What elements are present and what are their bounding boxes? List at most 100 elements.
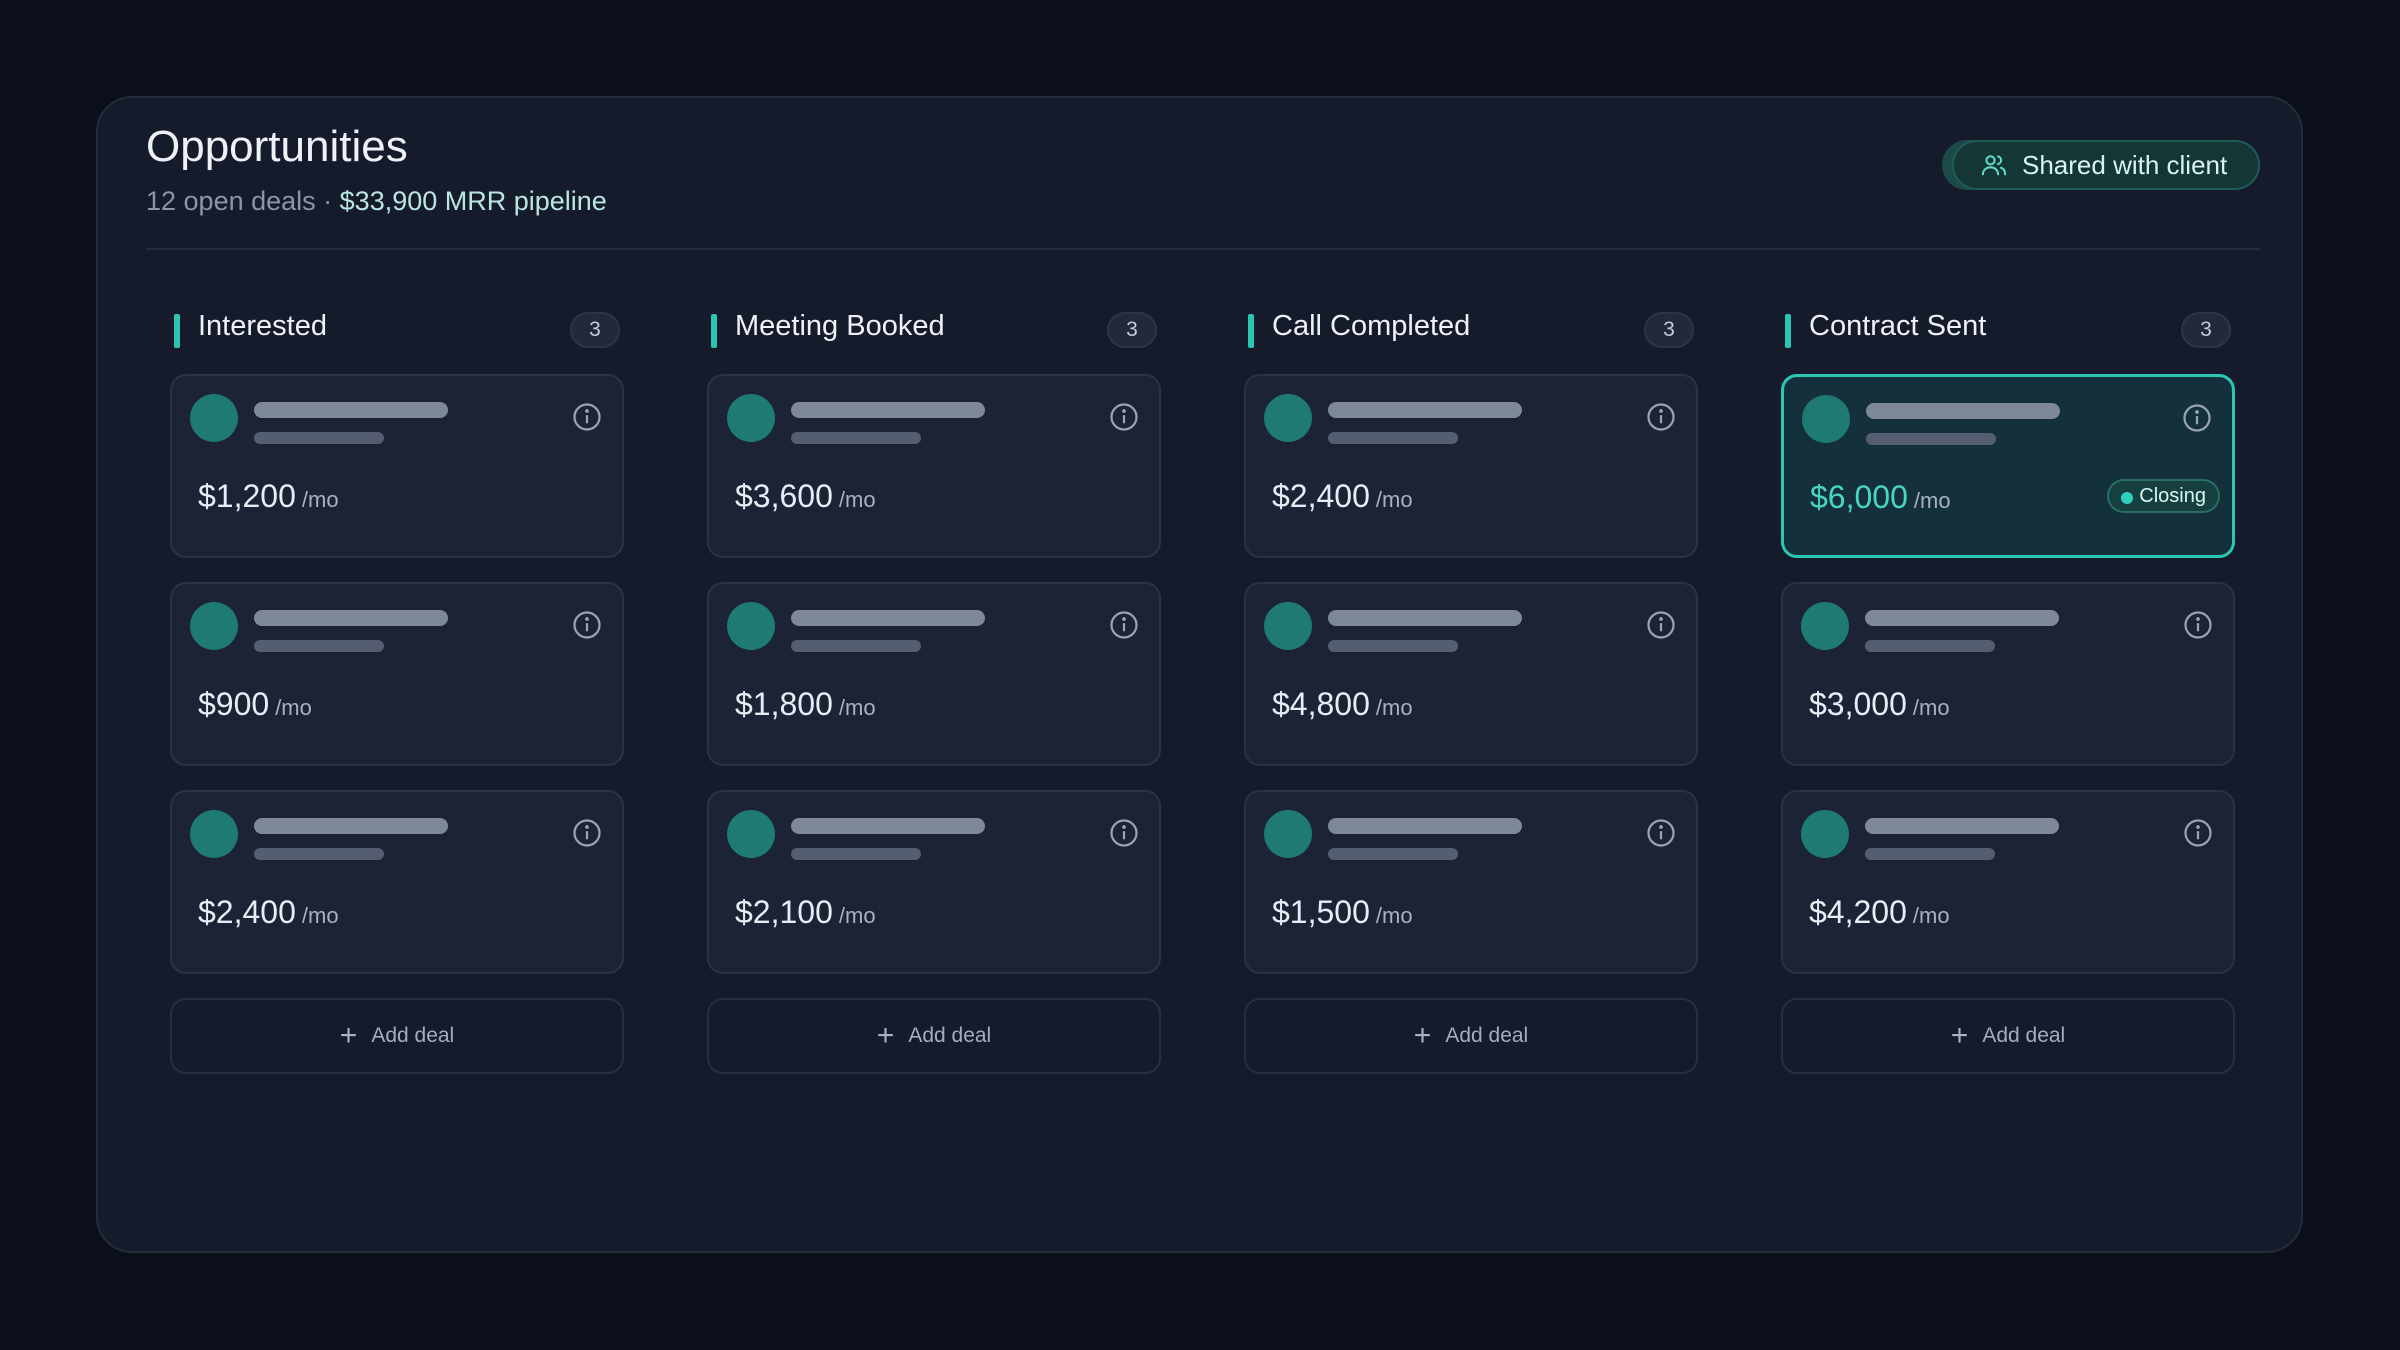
pipeline-column: Interested 3 $1,200/mo $900/mo $2,400/mo + Add… — [170, 298, 624, 1074]
deal-amount: $2,400/mo — [1272, 478, 1413, 515]
deal-amount: $900/mo — [198, 686, 312, 723]
column-title: Call Completed — [1272, 310, 1471, 342]
deal-amount-value: $6,000 — [1810, 479, 1908, 515]
deal-amount-unit: /mo — [1913, 488, 1951, 513]
deal-card[interactable]: $4,200/mo — [1781, 790, 2235, 974]
add-deal-button[interactable]: + Add deal — [170, 998, 624, 1074]
avatar — [190, 602, 238, 650]
deal-name-placeholder — [791, 402, 985, 418]
info-icon[interactable] — [1109, 610, 1139, 640]
deal-name-placeholder — [1328, 402, 1522, 418]
deal-amount-value: $3,600 — [735, 478, 833, 514]
deal-company-placeholder — [1865, 848, 1995, 860]
deal-amount-value: $1,200 — [198, 478, 296, 514]
deal-amount: $1,200/mo — [198, 478, 339, 515]
info-icon[interactable] — [1109, 818, 1139, 848]
deal-amount-value: $1,800 — [735, 686, 833, 722]
info-icon[interactable] — [1646, 402, 1676, 432]
add-deal-label: Add deal — [1445, 1024, 1529, 1047]
pipeline-summary: 12 open deals · $33,900 MRR pipeline — [146, 186, 607, 217]
shared-with-client-button[interactable]: Shared with client — [1952, 140, 2260, 190]
column-title: Contract Sent — [1809, 310, 1987, 342]
avatar — [190, 394, 238, 442]
deal-amount-unit: /mo — [1375, 487, 1413, 512]
open-deals-count: 12 open deals — [146, 186, 316, 216]
summary-separator: · — [315, 186, 340, 216]
avatar — [1801, 810, 1849, 858]
column-count-badge: 3 — [2181, 312, 2231, 348]
deal-amount-unit: /mo — [838, 487, 876, 512]
add-deal-button[interactable]: + Add deal — [1244, 998, 1698, 1074]
plus-icon: + — [1413, 1019, 1432, 1052]
info-icon[interactable] — [2183, 818, 2213, 848]
deal-amount: $4,200/mo — [1809, 894, 1950, 931]
deal-card[interactable]: $1,800/mo — [707, 582, 1161, 766]
deal-name-placeholder — [254, 402, 448, 418]
deal-card[interactable]: $4,800/mo — [1244, 582, 1698, 766]
pipeline-column: Meeting Booked 3 $3,600/mo $1,800/mo $2,100/… — [707, 298, 1161, 1074]
avatar — [727, 810, 775, 858]
info-icon[interactable] — [1646, 610, 1676, 640]
info-icon[interactable] — [2183, 610, 2213, 640]
info-icon[interactable] — [1646, 818, 1676, 848]
deal-amount: $1,500/mo — [1272, 894, 1413, 931]
deal-amount-value: $3,000 — [1809, 686, 1907, 722]
avatar — [1801, 602, 1849, 650]
deal-amount-value: $2,100 — [735, 894, 833, 930]
deal-card[interactable]: $6,000/mo Closing — [1781, 374, 2235, 558]
add-deal-button[interactable]: + Add deal — [707, 998, 1161, 1074]
pipeline-column: Call Completed 3 $2,400/mo $4,800/mo $1,500/… — [1244, 298, 1698, 1074]
deal-company-placeholder — [254, 640, 384, 652]
deal-amount-value: $4,800 — [1272, 686, 1370, 722]
info-icon[interactable] — [1109, 402, 1139, 432]
deal-amount-unit: /mo — [1375, 695, 1413, 720]
plus-icon: + — [339, 1019, 358, 1052]
deal-amount: $4,800/mo — [1272, 686, 1413, 723]
avatar — [727, 602, 775, 650]
users-icon — [1981, 155, 2007, 176]
status-badge: Closing — [2107, 479, 2220, 513]
deal-card[interactable]: $3,000/mo — [1781, 582, 2235, 766]
deal-amount: $3,000/mo — [1809, 686, 1950, 723]
deal-name-placeholder — [1865, 818, 2059, 834]
deal-company-placeholder — [791, 432, 921, 444]
deal-card[interactable]: $3,600/mo — [707, 374, 1161, 558]
dot-icon — [2121, 492, 2134, 504]
shared-with-client-label: Shared with client — [2022, 149, 2228, 180]
deal-company-placeholder — [254, 848, 384, 860]
add-deal-button[interactable]: + Add deal — [1781, 998, 2235, 1074]
deal-name-placeholder — [1328, 818, 1522, 834]
avatar — [1264, 394, 1312, 442]
info-icon[interactable] — [572, 818, 602, 848]
deal-company-placeholder — [1328, 640, 1458, 652]
deal-card[interactable]: $2,400/mo — [1244, 374, 1698, 558]
deal-card[interactable]: $900/mo — [170, 582, 624, 766]
avatar — [1264, 810, 1312, 858]
deal-company-placeholder — [1866, 433, 1996, 445]
deal-company-placeholder — [1328, 432, 1458, 444]
deal-amount: $3,600/mo — [735, 478, 876, 515]
plus-icon: + — [1950, 1019, 1969, 1052]
column-count-badge: 3 — [570, 312, 620, 348]
deal-card[interactable]: $1,200/mo — [170, 374, 624, 558]
column-accent-bar — [1248, 314, 1254, 348]
info-icon[interactable] — [2182, 403, 2212, 433]
deal-amount-value: $2,400 — [1272, 478, 1370, 514]
info-icon[interactable] — [572, 402, 602, 432]
deal-card[interactable]: $2,100/mo — [707, 790, 1161, 974]
column-title: Meeting Booked — [735, 310, 945, 342]
column-title: Interested — [198, 310, 327, 342]
page-title: Opportunities — [146, 122, 408, 171]
deal-amount: $6,000/mo — [1810, 479, 1951, 516]
column-header: Call Completed 3 — [1244, 298, 1698, 358]
deal-company-placeholder — [254, 432, 384, 444]
column-accent-bar — [1785, 314, 1791, 348]
column-count-badge: 3 — [1644, 312, 1694, 348]
deal-card[interactable]: $1,500/mo — [1244, 790, 1698, 974]
deal-amount-unit: /mo — [275, 695, 312, 720]
avatar — [1802, 395, 1850, 443]
deal-name-placeholder — [1866, 403, 2060, 419]
deal-card[interactable]: $2,400/mo — [170, 790, 624, 974]
info-icon[interactable] — [572, 610, 602, 640]
deal-company-placeholder — [791, 848, 921, 860]
